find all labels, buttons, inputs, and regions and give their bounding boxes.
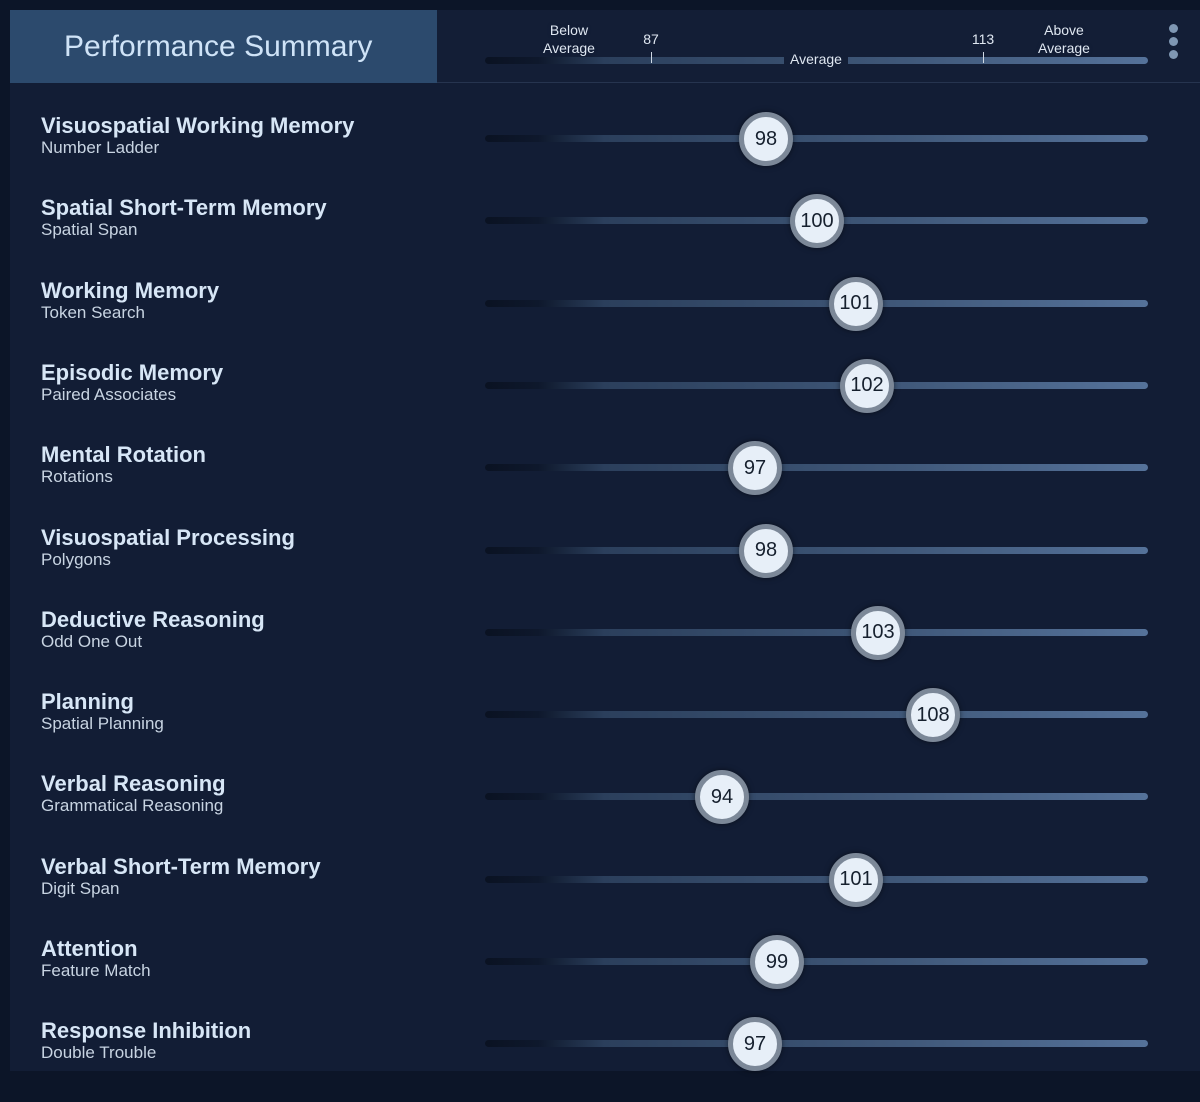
score-row: Episodic Memory Paired Associates 102	[10, 358, 1200, 444]
low-cutoff-label: 87	[643, 31, 659, 47]
average-label: Average	[784, 50, 848, 68]
score-knob[interactable]: 99	[750, 935, 804, 989]
score-knob[interactable]: 94	[695, 770, 749, 825]
domain-name: Visuospatial Processing	[41, 524, 295, 550]
domain-name: Working Memory	[41, 277, 220, 303]
performance-summary-panel: Performance Summary Below Average 87 Ave…	[10, 10, 1200, 1072]
task-name: Spatial Span	[41, 220, 138, 240]
score-knob[interactable]: 98	[739, 112, 793, 166]
task-name: Polygons	[41, 549, 111, 569]
score-track	[485, 546, 1148, 554]
header: Performance Summary Below Average 87 Ave…	[10, 10, 1200, 83]
domain-name: Deductive Reasoning	[41, 606, 265, 632]
score-track	[485, 793, 1148, 801]
score-row: Verbal Reasoning Grammatical Reasoning 9…	[10, 770, 1200, 855]
domain-name: Visuospatial Working Memory	[41, 113, 355, 138]
score-row: Mental Rotation Rotations 97	[10, 441, 1200, 526]
score-row: Attention Feature Match 99	[10, 935, 1200, 1020]
score-track	[485, 711, 1148, 719]
domain-name: Verbal Short-Term Memory	[41, 853, 321, 879]
domain-name: Mental Rotation	[41, 442, 206, 468]
score-knob[interactable]: 97	[728, 1017, 782, 1072]
scale-legend: Below Average 87 Average 113 Above Avera…	[10, 10, 1200, 83]
score-row: Visuospatial Working Memory Number Ladde…	[10, 112, 1200, 197]
score-track	[485, 1040, 1148, 1048]
score-knob[interactable]: 108	[906, 688, 960, 743]
score-knob[interactable]: 100	[790, 194, 844, 249]
score-knob[interactable]: 98	[739, 523, 793, 578]
score-track	[485, 299, 1148, 307]
task-name: Token Search	[41, 302, 145, 322]
domain-name: Episodic Memory	[41, 359, 224, 385]
domain-name: Planning	[41, 689, 134, 715]
domain-name: Spatial Short-Term Memory	[41, 195, 327, 221]
score-track	[485, 381, 1148, 389]
score-track	[485, 628, 1148, 636]
task-name: Odd One Out	[41, 631, 143, 651]
score-track	[485, 464, 1148, 472]
score-knob[interactable]: 97	[728, 441, 782, 496]
score-row: Deductive Reasoning Odd One Out 103	[10, 605, 1200, 691]
score-row: Planning Spatial Planning 108	[10, 688, 1200, 773]
domain-name: Response Inhibition	[41, 1018, 252, 1044]
score-knob[interactable]: 102	[840, 358, 894, 413]
below-average-label: Below Average	[543, 22, 595, 56]
score-row: Visuospatial Processing Polygons 98	[10, 523, 1200, 609]
domain-name: Attention	[41, 936, 138, 961]
score-track	[485, 875, 1148, 883]
score-track	[485, 958, 1148, 965]
score-knob[interactable]: 103	[851, 605, 905, 660]
score-knob[interactable]: 101	[829, 852, 883, 907]
task-name: Rotations	[41, 467, 113, 487]
low-cutoff-tick	[651, 52, 652, 63]
task-name: Digit Span	[41, 878, 120, 898]
score-row: Response Inhibition Double Trouble 97	[10, 1017, 1200, 1102]
task-name: Feature Match	[41, 961, 151, 980]
task-name: Number Ladder	[41, 138, 160, 157]
score-row: Working Memory Token Search 101	[10, 276, 1200, 362]
more-options-icon[interactable]	[1169, 24, 1179, 63]
score-row: Spatial Short-Term Memory Spatial Span 1…	[10, 194, 1200, 279]
task-name: Grammatical Reasoning	[41, 796, 224, 816]
task-name: Paired Associates	[41, 384, 177, 404]
high-cutoff-tick	[983, 52, 984, 63]
task-name: Double Trouble	[41, 1043, 157, 1063]
high-cutoff-label: 113	[971, 31, 995, 47]
score-track	[485, 135, 1148, 142]
domain-name: Verbal Reasoning	[41, 771, 226, 797]
task-name: Spatial Planning	[41, 714, 164, 734]
score-knob[interactable]: 101	[829, 276, 883, 331]
above-average-label: Above Average	[1038, 22, 1090, 56]
score-row: Verbal Short-Term Memory Digit Span 101	[10, 852, 1200, 938]
